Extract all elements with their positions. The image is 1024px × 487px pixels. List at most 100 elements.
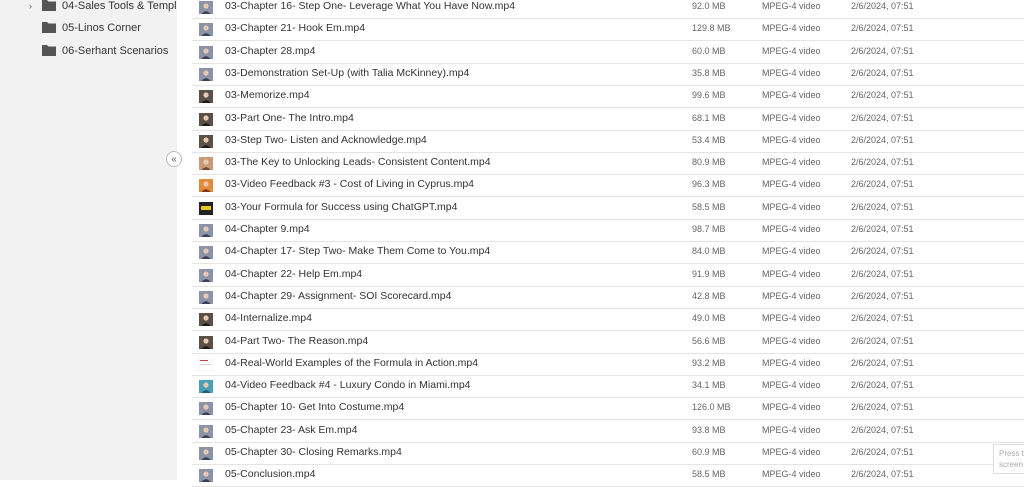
file-size: 49.0 MB bbox=[692, 313, 726, 324]
notification-toast: Press t screen bbox=[993, 444, 1024, 474]
file-size: 129.8 MB bbox=[692, 23, 731, 34]
folder-label: 06-Serhant Scenarios bbox=[62, 45, 169, 57]
file-name: 03-The Key to Unlocking Leads- Consisten… bbox=[225, 156, 491, 169]
file-row[interactable]: 05-Chapter 10- Get Into Costume.mp4 126.0… bbox=[192, 398, 1024, 421]
file-row[interactable]: 04-Chapter 17- Step Two- Make Them Come … bbox=[192, 242, 1024, 265]
file-size: 53.4 MB bbox=[692, 134, 726, 145]
file-modified: 2/6/2024, 07:51 bbox=[851, 90, 914, 101]
file-size: 58.5 MB bbox=[692, 469, 726, 480]
file-name: 04-Video Feedback #4 - Luxury Condo in M… bbox=[225, 379, 471, 392]
file-size: 96.3 MB bbox=[692, 179, 726, 190]
file-name: 04-Chapter 17- Step Two- Make Them Come … bbox=[225, 245, 491, 258]
folder-item[interactable]: 06-Serhant Scenarios bbox=[0, 40, 177, 62]
file-row[interactable]: 04-Chapter 22- Help Em.mp4 91.9 MB MPEG-4 … bbox=[192, 265, 1024, 287]
folder-item[interactable]: 05-Linos Corner bbox=[0, 17, 177, 39]
file-modified: 2/6/2024, 07:51 bbox=[851, 447, 914, 457]
file-size: 93.2 MB bbox=[692, 357, 726, 368]
file-modified: 2/6/2024, 07:51 bbox=[851, 1, 914, 11]
file-name: 04-Chapter 9.mp4 bbox=[225, 223, 310, 235]
file-row[interactable]: 03-Your Formula for Success using ChatGP… bbox=[192, 198, 1024, 220]
video-thumbnail-icon bbox=[199, 469, 213, 483]
file-name: 04-Chapter 22- Help Em.mp4 bbox=[225, 267, 363, 280]
file-row[interactable]: 03-Memorize.mp4 99.6 MB MPEG-4 video 2/6/20… bbox=[192, 86, 1024, 109]
file-modified: 2/6/2024, 07:51 bbox=[851, 246, 914, 257]
file-type: MPEG-4 video bbox=[762, 447, 821, 457]
file-row[interactable]: 05-Conclusion.mp4 58.5 MB MPEG-4 video 2/6/… bbox=[192, 465, 1024, 487]
file-row[interactable]: 04-Chapter 29- Assignment- SOI Scorecard… bbox=[192, 287, 1024, 309]
folder-icon bbox=[42, 0, 56, 11]
file-name: 03-Your Formula for Success using ChatGP… bbox=[225, 200, 458, 213]
file-row[interactable]: 04-Video Feedback #4 - Luxury Condo in M… bbox=[192, 376, 1024, 399]
file-type: MPEG-4 video bbox=[762, 179, 821, 190]
file-modified: 2/6/2024, 07:51 bbox=[851, 179, 914, 190]
file-type: MPEG-4 video bbox=[762, 402, 821, 413]
file-row[interactable]: 03-Part One- The Intro.mp4 68.1 MB MPEG-4 … bbox=[192, 109, 1024, 131]
file-name: 03-Video Feedback #3 - Cost of Living in… bbox=[225, 178, 475, 191]
file-type: MPEG-4 video bbox=[762, 357, 821, 368]
file-size: 126.0 MB bbox=[692, 402, 731, 413]
file-name: 03-Memorize.mp4 bbox=[225, 89, 310, 102]
chevron-right-icon[interactable]: › bbox=[29, 1, 32, 11]
file-size: 91.9 MB bbox=[692, 268, 726, 279]
file-row[interactable]: 03-Video Feedback #3 - Cost of Living in… bbox=[192, 175, 1024, 198]
file-row[interactable]: 04-Chapter 9.mp4 98.7 MB MPEG-4 video 2/6/2… bbox=[192, 220, 1024, 242]
video-thumbnail-icon bbox=[199, 424, 213, 438]
file-modified: 2/6/2024, 07:51 bbox=[851, 23, 914, 34]
file-modified: 2/6/2024, 07:51 bbox=[851, 45, 914, 56]
file-modified: 2/6/2024, 07:51 bbox=[851, 469, 914, 480]
file-row[interactable]: 03-Chapter 28.mp4 60.0 MB MPEG-4 video 2/6/… bbox=[192, 42, 1024, 64]
video-thumbnail-icon bbox=[199, 90, 213, 104]
file-row[interactable]: 04-Real-World Examples of the Formula in… bbox=[192, 354, 1024, 376]
file-type: MPEG-4 video bbox=[762, 469, 821, 480]
file-row[interactable]: 03-Step Two- Listen and Acknowledge.mp4 5… bbox=[192, 131, 1024, 153]
file-type: MPEG-4 video bbox=[762, 23, 821, 34]
file-size: 68.1 MB bbox=[692, 112, 726, 123]
file-name: 04-Chapter 29- Assignment- SOI Scorecard… bbox=[225, 289, 452, 302]
file-modified: 2/6/2024, 07:51 bbox=[851, 67, 914, 78]
folder-label: 04-Sales Tools & Templat bbox=[62, 0, 177, 12]
file-size: 60.9 MB bbox=[692, 447, 726, 457]
file-row[interactable]: 04-Part Two- The Reason.mp4 56.6 MB MPEG-4… bbox=[192, 332, 1024, 354]
file-type: MPEG-4 video bbox=[762, 1, 821, 11]
file-size: 93.8 MB bbox=[692, 424, 726, 435]
file-name: 03-Step Two- Listen and Acknowledge.mp4 bbox=[225, 133, 427, 146]
file-type: MPEG-4 video bbox=[762, 90, 821, 101]
file-name: 03-Part One- The Intro.mp4 bbox=[225, 111, 354, 124]
file-modified: 2/6/2024, 07:51 bbox=[851, 112, 914, 123]
file-row[interactable]: 03-Chapter 16- Step One- Leverage What Y… bbox=[192, 0, 1024, 19]
file-row[interactable]: 03-The Key to Unlocking Leads- Consisten… bbox=[192, 153, 1024, 176]
file-modified: 2/6/2024, 07:51 bbox=[851, 290, 914, 301]
file-row[interactable]: 05-Chapter 30- Closing Remarks.mp4 60.9 M… bbox=[192, 443, 1024, 465]
file-type: MPEG-4 video bbox=[762, 157, 821, 168]
folder-item[interactable]: › 04-Sales Tools & Templat bbox=[0, 0, 177, 17]
file-size: 42.8 MB bbox=[692, 290, 726, 301]
file-name: 04-Part Two- The Reason.mp4 bbox=[225, 334, 369, 347]
video-thumbnail-icon bbox=[199, 268, 213, 282]
file-type: MPEG-4 video bbox=[762, 224, 821, 234]
video-thumbnail-icon bbox=[199, 313, 213, 327]
file-type: MPEG-4 video bbox=[762, 45, 821, 56]
file-size: 98.7 MB bbox=[692, 224, 726, 234]
file-size: 60.0 MB bbox=[692, 45, 726, 56]
file-row[interactable]: 05-Chapter 23- Ask Em.mp4 93.8 MB MPEG-4 v… bbox=[192, 421, 1024, 443]
file-modified: 2/6/2024, 07:51 bbox=[851, 268, 914, 279]
file-row[interactable]: 03-Demonstration Set-Up (with Talia McKi… bbox=[192, 64, 1024, 86]
file-type: MPEG-4 video bbox=[762, 380, 821, 391]
file-size: 34.1 MB bbox=[692, 380, 726, 391]
video-thumbnail-icon bbox=[199, 335, 213, 349]
file-row[interactable]: 03-Chapter 21- Hook Em.mp4 129.8 MB MPEG-4… bbox=[192, 19, 1024, 42]
video-thumbnail-icon bbox=[199, 23, 213, 37]
file-modified: 2/6/2024, 07:51 bbox=[851, 402, 914, 413]
file-modified: 2/6/2024, 07:51 bbox=[851, 380, 914, 391]
video-thumbnail-icon bbox=[199, 45, 213, 59]
file-name: 05-Conclusion.mp4 bbox=[225, 468, 316, 481]
folder-icon bbox=[42, 45, 56, 56]
file-row[interactable]: 04-Internalize.mp4 49.0 MB MPEG-4 video 2/6… bbox=[192, 309, 1024, 332]
collapse-sidebar-button[interactable]: « bbox=[166, 151, 182, 167]
file-name: 05-Chapter 23- Ask Em.mp4 bbox=[225, 423, 358, 436]
video-thumbnail-icon bbox=[199, 67, 213, 81]
file-size: 92.0 MB bbox=[692, 1, 726, 11]
video-thumbnail-icon bbox=[199, 357, 213, 371]
video-thumbnail-icon bbox=[199, 380, 213, 394]
file-size: 56.6 MB bbox=[692, 335, 726, 346]
